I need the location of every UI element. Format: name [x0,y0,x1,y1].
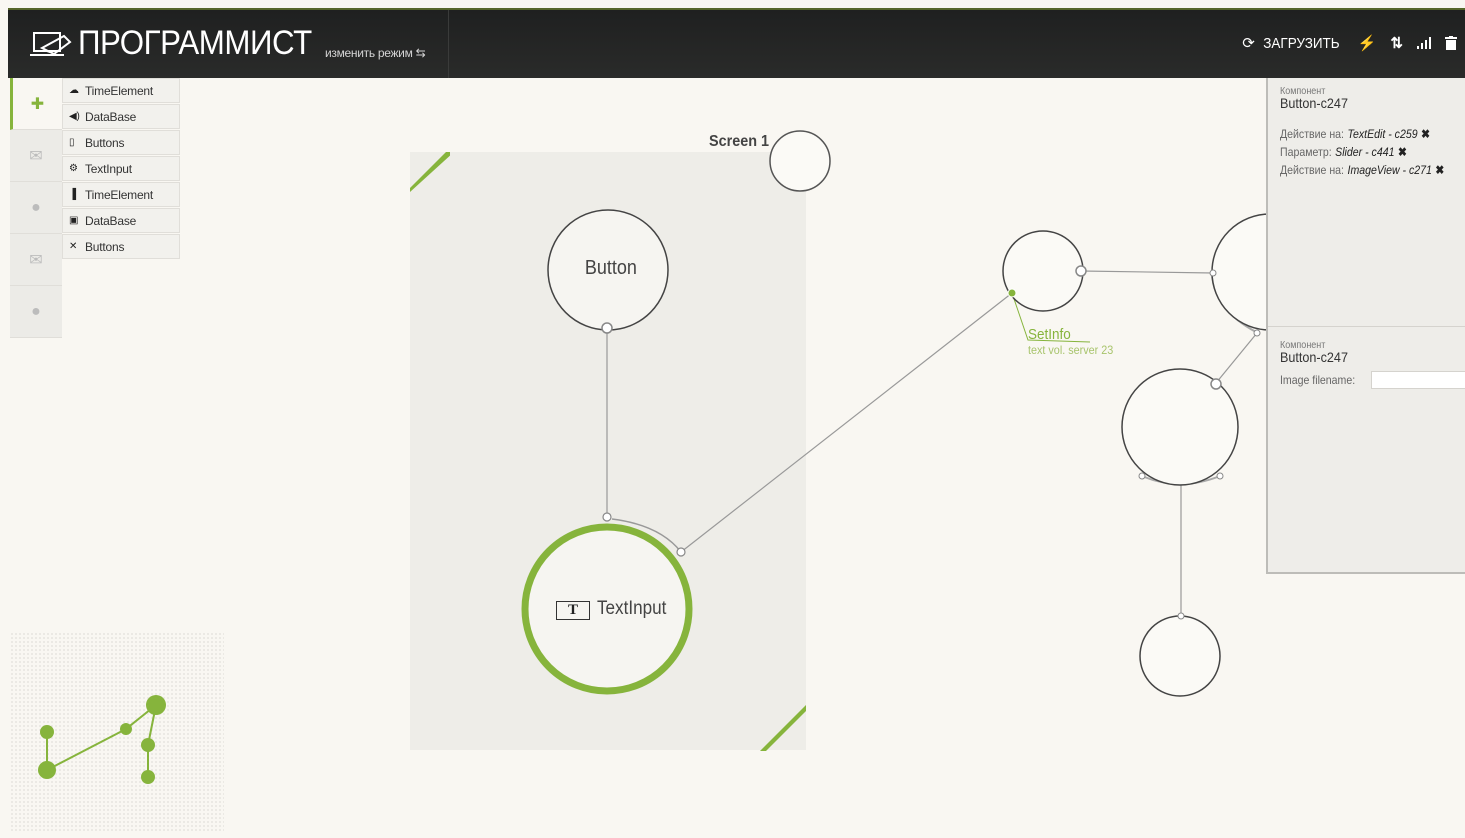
connection-line [1215,332,1258,384]
image-filename-row: Image filename: [1280,371,1465,389]
minimap-node [38,761,56,779]
node-port[interactable] [601,322,613,334]
properties-bottom-section: Компонент Button-c247 Image filename: [1280,340,1465,389]
bottom-right-node[interactable] [1139,615,1221,697]
connection-detail: text vol. server 23 [1028,343,1114,357]
remove-link-icon[interactable]: ✖ [1435,163,1444,177]
text-input-icon: T [556,601,590,620]
link-label: Действие на: [1280,163,1345,177]
properties-divider [1268,326,1465,327]
node-port[interactable] [602,512,612,522]
link-target[interactable]: ImageView - c271 [1348,163,1432,177]
remove-link-icon[interactable]: ✖ [1421,127,1430,141]
node-port[interactable] [1075,265,1087,277]
connection-name[interactable]: SetInfo [1028,326,1071,343]
node-port[interactable] [676,547,686,557]
node-port[interactable] [1216,472,1224,480]
component-name: Button-c247 [1280,349,1348,365]
image-filename-input[interactable] [1371,371,1465,389]
minimap-node [120,723,132,735]
setinfo-node[interactable] [1002,230,1084,312]
image-filename-label: Image filename: [1280,373,1356,387]
minimap[interactable] [10,632,224,833]
link-target[interactable]: TextEdit - c259 [1348,127,1418,141]
link-row: Параметр: Slider - c441 ✖ [1280,145,1443,159]
textinput-node-label: TextInput [597,598,667,619]
minimap-node [40,725,54,739]
node-port[interactable] [1177,612,1185,620]
minimap-node [141,738,155,752]
link-row: Действие на: TextEdit - c259 ✖ [1280,127,1443,141]
link-label: Действие на: [1280,127,1345,141]
component-name: Button-c247 [1280,95,1348,111]
button-node-label: Button [584,257,637,279]
remove-link-icon[interactable]: ✖ [1398,145,1407,159]
connection-line [1080,270,1214,274]
minimap-node [146,695,166,715]
node-port[interactable] [1210,378,1222,390]
link-row: Действие на: ImageView - c271 ✖ [1280,163,1444,177]
minimap-graph [38,695,166,784]
link-label: Параметр: [1280,145,1332,159]
minimap-node [141,770,155,784]
node-port[interactable] [1253,329,1261,337]
connection-line [680,292,1013,553]
node-port[interactable] [1007,288,1017,298]
node-port[interactable] [1138,472,1146,480]
link-target[interactable]: Slider - c441 [1335,145,1394,159]
screen-node[interactable] [769,130,831,192]
properties-top-section: Компонент Button-c247 Действие на: TextEd… [1280,86,1465,177]
properties-panel: Компонент Button-c247 Действие на: TextEd… [1266,78,1465,574]
node-port[interactable] [1209,269,1217,277]
